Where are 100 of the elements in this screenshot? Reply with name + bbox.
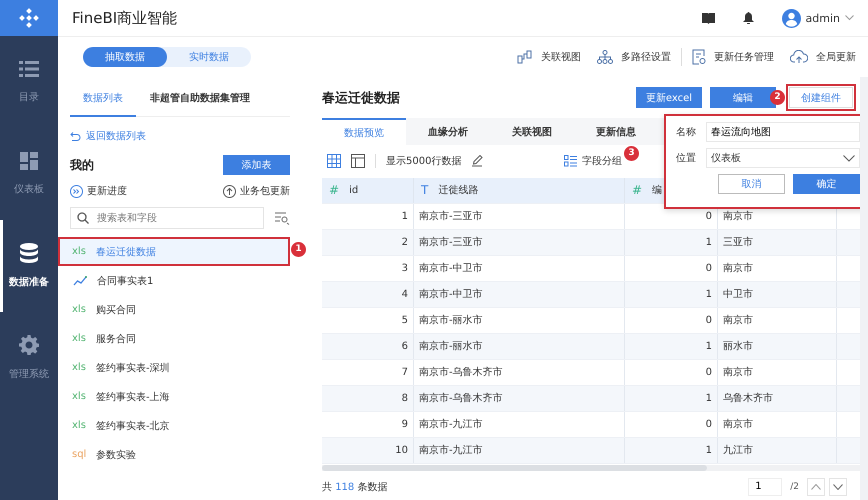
table-item[interactable]: xls 购买合同 (58, 295, 290, 324)
avatar-icon (782, 8, 801, 28)
table-cell: 2 (322, 230, 414, 255)
previous-page-button[interactable] (807, 478, 825, 496)
step-badge: 2 (770, 90, 785, 106)
toolbar-link[interactable]: 关联视图 (517, 50, 581, 64)
action-link[interactable]: 更新进度 (70, 184, 127, 198)
search-icon (77, 212, 89, 224)
table-item[interactable]: sql 参数实验 (58, 440, 290, 469)
relation-icon (517, 50, 533, 64)
table-cell: 南京市-中卫市 (414, 256, 625, 281)
table-cell: 南京市 (718, 412, 837, 437)
table-cell: 0 (625, 360, 718, 385)
table-cell: 1 (625, 386, 718, 411)
task-icon (692, 49, 706, 65)
confirm-button[interactable]: 确定 (793, 174, 860, 194)
logo-icon (19, 8, 39, 28)
column-header[interactable]: T 迁徙线路 (414, 178, 625, 203)
action-button[interactable]: 编辑 (710, 87, 776, 108)
filter-icon[interactable] (274, 211, 290, 225)
return-icon (70, 132, 81, 140)
table-item[interactable]: xls 签约事实表-北京 (58, 411, 290, 440)
edit-icon[interactable] (471, 155, 484, 168)
table-item[interactable]: 合同事实表1 (58, 266, 290, 295)
down-icon (833, 484, 843, 490)
table-item[interactable]: xls 签约事实表-深圳 (58, 353, 290, 382)
row-limit-label: 显示5000行数据 (386, 155, 462, 168)
table-cell: 丽水市 (718, 334, 837, 359)
column-header[interactable]: # id (322, 178, 414, 203)
book-icon[interactable] (702, 12, 715, 24)
table-cell: 南京市-丽水市 (414, 334, 625, 359)
mode-tab[interactable]: 抽取数据 (83, 47, 167, 67)
dataset-tab[interactable]: 数据预览 (322, 118, 406, 145)
toolbar-link[interactable]: 多路径设置 (597, 50, 671, 64)
table-item[interactable]: xls 春运迁徙数据 (58, 237, 290, 266)
action-button[interactable]: 创建组件 (789, 87, 853, 108)
group-icon (564, 155, 577, 168)
next-page-button[interactable] (829, 478, 847, 496)
table-cell: 南京市-九江市 (414, 412, 625, 437)
field-group-button[interactable]: 字段分组 (564, 154, 622, 168)
table-cell: 乌鲁木齐市 (718, 386, 837, 411)
dataset-tab[interactable]: 关联视图 (490, 118, 574, 145)
panel-tab[interactable]: 数据列表 (70, 81, 136, 117)
logo-block[interactable] (0, 0, 58, 36)
scrollbar[interactable] (322, 464, 707, 471)
add-table-button[interactable]: 添加表 (223, 155, 290, 175)
table-cell: 1 (625, 334, 718, 359)
layout-icon[interactable] (351, 154, 365, 168)
table-cell: 南京市 (718, 360, 837, 385)
table-cell: 1 (625, 438, 718, 463)
up-icon (811, 484, 821, 490)
caret-icon (845, 15, 854, 21)
table-item[interactable]: xls 签约事实表-上海 (58, 382, 290, 411)
table-cell: 南京市 (718, 308, 837, 333)
table-cell: 8 (322, 386, 414, 411)
step-badge: 1 (291, 242, 306, 257)
list-icon (19, 60, 39, 78)
table-cell: 10 (322, 438, 414, 463)
row-count: 共 118 条数据 (322, 480, 388, 494)
cancel-button[interactable]: 取消 (718, 174, 785, 194)
bell-icon[interactable] (742, 12, 754, 24)
table-item[interactable]: xls 服务合同 (58, 324, 290, 353)
table-cell: 1 (322, 204, 414, 229)
table-cell: 南京市-九江市 (414, 438, 625, 463)
mode-tab[interactable]: 实时数据 (167, 47, 251, 67)
table-cell: 南京市-三亚市 (414, 230, 625, 255)
page-total: /2 (790, 482, 799, 492)
dataset-tab[interactable]: 血缘分析 (406, 118, 490, 145)
grid-icon[interactable] (327, 154, 341, 168)
step-badge: 3 (624, 146, 639, 161)
table-cell: 南京市 (718, 256, 837, 281)
name-input[interactable]: 春运流向地图 (706, 122, 860, 142)
table-cell: 4 (322, 282, 414, 307)
search-field[interactable]: 搜索表和字段 (70, 207, 264, 229)
database-icon (20, 243, 38, 263)
user-menu[interactable]: admin (782, 8, 854, 28)
page-input[interactable]: 1 (748, 478, 782, 496)
toolbar-link[interactable]: 更新任务管理 (692, 49, 774, 65)
dataset-tab[interactable]: 更新信息 (574, 118, 658, 145)
table-cell: 九江市 (718, 438, 837, 463)
table-cell: 南京市-乌鲁木齐市 (414, 360, 625, 385)
action-link[interactable]: 业务包更新 (223, 184, 290, 198)
cloud-icon (790, 50, 808, 64)
toolbar-link[interactable]: 全局更新 (790, 50, 856, 64)
table-cell: 南京市-三亚市 (414, 204, 625, 229)
location-select[interactable]: 仪表板 (706, 148, 860, 168)
table-cell: 0 (625, 256, 718, 281)
field-label: 位置 (676, 152, 696, 165)
action-button[interactable]: 更新excel (636, 87, 702, 108)
table-cell: 0 (625, 308, 718, 333)
back-link[interactable]: 返回数据列表 (70, 129, 290, 143)
table-cell: 0 (625, 412, 718, 437)
chevron-down-icon (843, 154, 855, 162)
table-cell: 7 (322, 360, 414, 385)
nav-item[interactable]: 仪表板 (0, 128, 58, 220)
table-cell: 1 (625, 282, 718, 307)
table-cell: 1 (625, 230, 718, 255)
nav-item[interactable]: 目录 (0, 36, 58, 128)
nav-item[interactable]: 管理系统 (0, 312, 58, 404)
panel-tab[interactable]: 非超管自助数据集管理 (144, 81, 256, 117)
